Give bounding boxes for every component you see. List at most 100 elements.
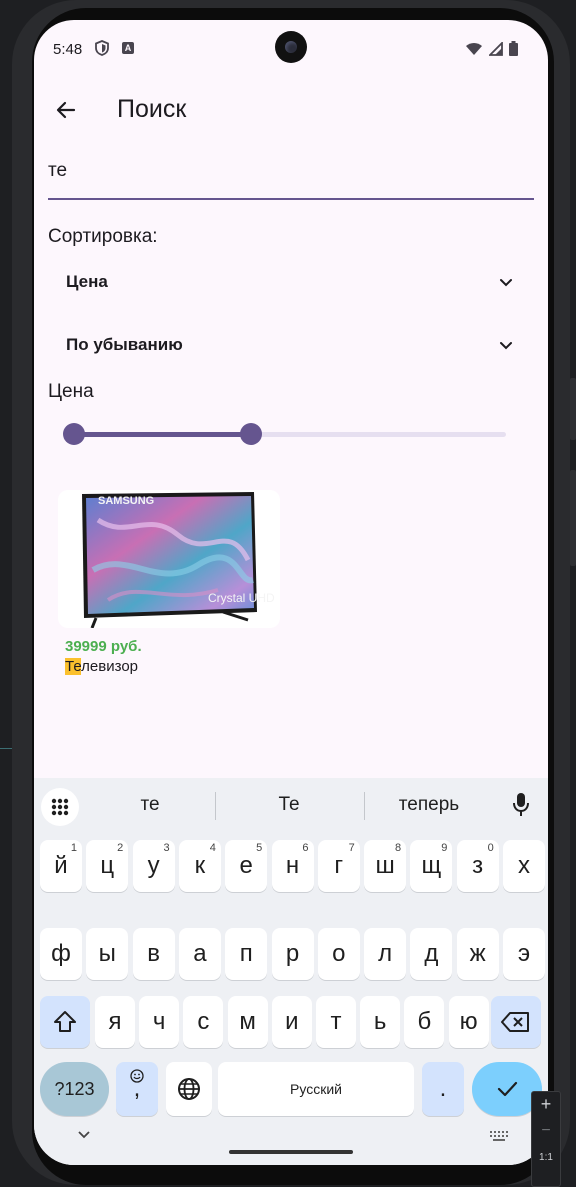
shift-key[interactable]: [40, 996, 90, 1048]
sort-field-value: Цена: [66, 272, 108, 291]
key[interactable]: б: [404, 996, 445, 1048]
product-image: SAMSUNG Crystal UHD: [58, 490, 280, 629]
key[interactable]: к4: [178, 840, 221, 892]
slider-thumb-min[interactable]: [63, 423, 85, 445]
key-label: з: [472, 852, 484, 879]
keyboard-hide-icon[interactable]: [77, 1128, 91, 1142]
key-label: г: [334, 852, 344, 879]
key[interactable]: щ9: [410, 840, 453, 892]
slider-thumb-max[interactable]: [240, 423, 263, 445]
battery-icon: [509, 41, 518, 56]
zoom-reset[interactable]: 1:1: [532, 1152, 560, 1163]
sort-order-dropdown[interactable]: По убыванию: [48, 321, 534, 371]
suggestion-3[interactable]: теперь: [369, 794, 489, 816]
key[interactable]: а: [178, 928, 221, 980]
key[interactable]: л: [364, 928, 407, 980]
key[interactable]: ц2: [86, 840, 129, 892]
key[interactable]: и: [271, 996, 312, 1048]
space-key[interactable]: Русский: [218, 1062, 414, 1116]
key[interactable]: ф: [40, 928, 82, 980]
key-hint: 7: [348, 842, 355, 854]
key-hint: 0: [487, 842, 494, 854]
key[interactable]: г7: [317, 840, 360, 892]
zoom-in-icon[interactable]: +: [532, 1094, 560, 1115]
key-hint: 9: [441, 842, 448, 854]
key-label: щ: [421, 852, 442, 879]
slider-active-track: [74, 432, 252, 437]
status-time: 5:48: [53, 41, 83, 58]
price-range-slider[interactable]: [63, 422, 506, 446]
emulator-zoom-panel: + − 1:1: [531, 1091, 561, 1187]
shift-icon: [54, 1011, 76, 1032]
key-hint: 3: [163, 842, 170, 854]
keyboard-icon[interactable]: [489, 1130, 509, 1142]
chevron-down-icon: [500, 342, 512, 350]
a-icon: A: [122, 42, 134, 54]
key-hint: 6: [302, 842, 309, 854]
key-label: ц: [100, 852, 115, 879]
zoom-out-icon[interactable]: −: [532, 1122, 560, 1140]
key[interactable]: з0: [456, 840, 499, 892]
key[interactable]: д: [410, 928, 453, 980]
key[interactable]: у3: [132, 840, 175, 892]
key-label: н: [285, 852, 300, 879]
key-label: е: [239, 852, 253, 879]
key[interactable]: о: [317, 928, 360, 980]
key[interactable]: в: [132, 928, 175, 980]
key-hint: 8: [394, 842, 402, 854]
key[interactable]: ч: [139, 996, 180, 1048]
period-key[interactable]: .: [422, 1062, 464, 1116]
key[interactable]: я: [95, 996, 135, 1048]
product-price: 39999 руб.: [65, 638, 142, 655]
key-hint: 2: [117, 842, 124, 854]
signal-icon: [489, 41, 503, 56]
shield-icon: [95, 40, 109, 56]
backspace-icon: [501, 1012, 529, 1032]
sort-field-dropdown[interactable]: Цена: [48, 258, 534, 308]
symbols-key[interactable]: ?123: [40, 1062, 109, 1116]
suggestion-1[interactable]: те: [90, 794, 210, 816]
sort-label: Сортировка:: [48, 226, 158, 247]
key[interactable]: п: [225, 928, 268, 980]
key[interactable]: й1: [40, 840, 82, 892]
key[interactable]: т: [316, 996, 356, 1048]
product-name: Телевизор: [65, 658, 138, 675]
key-hint: 1: [70, 842, 77, 854]
key[interactable]: ю: [448, 996, 489, 1048]
back-arrow-icon[interactable]: [54, 98, 78, 122]
key[interactable]: ы: [86, 928, 129, 980]
key[interactable]: ш8: [364, 840, 407, 892]
search-input-value: те: [48, 160, 68, 181]
volume-button: [570, 378, 576, 440]
product-name-rest: левизор: [81, 658, 139, 675]
power-button: [570, 470, 576, 566]
key[interactable]: с: [183, 996, 224, 1048]
check-icon: [497, 1081, 518, 1097]
key-label: к: [194, 852, 206, 879]
language-key[interactable]: [166, 1062, 212, 1116]
key[interactable]: ж: [456, 928, 499, 980]
app-screen: 5:48 A Поиск те Сортировка: Цена По убыв…: [34, 20, 548, 1165]
key-label: й: [54, 852, 68, 879]
key[interactable]: э: [503, 928, 545, 980]
key[interactable]: н6: [271, 840, 314, 892]
emoji-comma-key[interactable]: ,: [116, 1062, 158, 1116]
key[interactable]: х: [503, 840, 545, 892]
sort-order-value: По убыванию: [66, 335, 183, 354]
suggestion-2[interactable]: Те: [229, 794, 349, 816]
wifi-icon: [466, 42, 482, 55]
key[interactable]: м: [227, 996, 268, 1048]
search-input[interactable]: те: [48, 156, 534, 200]
mic-icon[interactable]: [511, 792, 531, 818]
key[interactable]: р: [271, 928, 314, 980]
key-label: ш: [375, 852, 395, 879]
backspace-key[interactable]: [491, 996, 541, 1048]
chevron-down-icon: [500, 279, 512, 287]
status-bar: 5:48 A: [34, 20, 548, 76]
key[interactable]: ь: [360, 996, 401, 1048]
grid-icon[interactable]: [41, 788, 79, 826]
key[interactable]: е5: [225, 840, 268, 892]
tv-brand-text: SAMSUNG: [98, 495, 154, 507]
key-hint: 4: [209, 842, 216, 854]
product-card[interactable]: SAMSUNG Crystal UHD 39999 руб. Телевизор: [58, 490, 280, 690]
